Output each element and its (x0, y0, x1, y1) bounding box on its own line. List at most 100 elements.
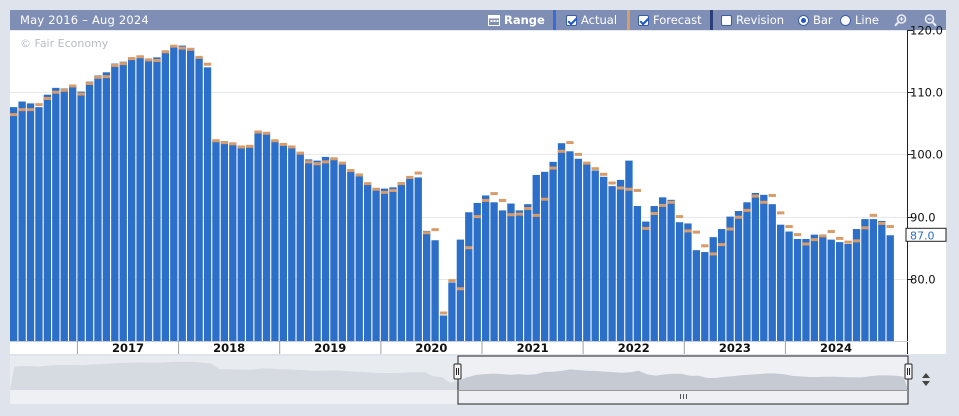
actual-bar[interactable] (69, 85, 77, 341)
forecast-marker[interactable] (743, 208, 751, 212)
actual-bar[interactable] (852, 229, 861, 341)
forecast-marker[interactable] (94, 75, 102, 79)
forecast-marker[interactable] (111, 63, 119, 67)
forecast-marker[interactable] (85, 81, 94, 85)
forecast-marker[interactable] (709, 252, 717, 256)
actual-bar[interactable] (136, 56, 144, 342)
forecast-marker[interactable] (852, 239, 861, 243)
forecast-marker[interactable] (406, 175, 414, 179)
forecast-marker[interactable] (279, 142, 288, 146)
forecast-marker[interactable] (397, 182, 406, 186)
actual-bar[interactable] (431, 240, 439, 341)
actual-bar[interactable] (397, 182, 406, 341)
forecast-marker[interactable] (431, 228, 439, 232)
forecast-marker[interactable] (338, 161, 347, 165)
actual-bar[interactable] (187, 48, 195, 341)
actual-bar[interactable] (128, 57, 136, 342)
actual-bar[interactable] (785, 231, 793, 341)
actual-bar[interactable] (35, 107, 43, 341)
forecast-marker[interactable] (650, 211, 658, 215)
actual-bar[interactable] (380, 188, 389, 341)
forecast-marker[interactable] (271, 139, 279, 143)
actual-bar[interactable] (321, 156, 330, 341)
navigator[interactable] (10, 355, 913, 405)
forecast-marker[interactable] (734, 215, 743, 219)
forecast-marker[interactable] (170, 44, 178, 48)
forecast-marker[interactable] (802, 242, 810, 246)
actual-bar[interactable] (836, 242, 844, 341)
forecast-marker[interactable] (178, 46, 186, 50)
forecast-marker[interactable] (844, 240, 852, 244)
forecast-marker[interactable] (347, 169, 355, 173)
actual-bar[interactable] (364, 184, 372, 341)
forecast-marker[interactable] (60, 88, 68, 92)
actual-bar[interactable] (861, 219, 869, 341)
forecast-marker[interactable] (625, 187, 633, 191)
forecast-marker[interactable] (448, 279, 456, 283)
forecast-marker[interactable] (52, 90, 60, 94)
forecast-marker[interactable] (321, 160, 330, 164)
actual-bar[interactable] (372, 187, 380, 341)
forecast-marker[interactable] (456, 287, 465, 291)
actual-bar[interactable] (296, 151, 304, 341)
forecast-marker[interactable] (364, 182, 372, 186)
actual-bar[interactable] (203, 67, 212, 341)
forecast-marker[interactable] (886, 225, 894, 229)
actual-bar[interactable] (743, 202, 751, 341)
actual-bar[interactable] (85, 81, 94, 341)
forecast-marker[interactable] (144, 58, 153, 62)
actual-bar[interactable] (389, 187, 397, 341)
forecast-marker[interactable] (583, 161, 591, 165)
forecast-marker[interactable] (473, 215, 481, 219)
forecast-marker[interactable] (482, 198, 490, 202)
actual-bar[interactable] (760, 194, 768, 341)
actual-bar[interactable] (810, 234, 819, 341)
actual-bar[interactable] (532, 174, 540, 341)
actual-bar[interactable] (734, 211, 743, 341)
actual-bar[interactable] (886, 235, 894, 341)
actual-bar[interactable] (608, 186, 616, 341)
forecast-marker[interactable] (229, 142, 237, 146)
actual-bar[interactable] (675, 222, 684, 341)
forecast-marker[interactable] (69, 84, 77, 88)
actual-bar[interactable] (802, 238, 810, 341)
forecast-marker[interactable] (760, 200, 768, 204)
forecast-marker[interactable] (254, 130, 262, 134)
actual-bar[interactable] (878, 220, 886, 341)
forecast-marker[interactable] (616, 186, 625, 190)
forecast-marker[interactable] (608, 181, 616, 185)
forecast-marker[interactable] (701, 244, 709, 248)
actual-bar[interactable] (423, 230, 431, 341)
forecast-marker[interactable] (819, 234, 827, 238)
actual-bar[interactable] (465, 212, 473, 341)
forecast-marker[interactable] (684, 229, 692, 233)
actual-bar[interactable] (237, 145, 245, 341)
forecast-marker[interactable] (203, 62, 212, 66)
actual-bar[interactable] (229, 144, 237, 341)
actual-bar[interactable] (271, 140, 279, 341)
forecast-marker[interactable] (793, 233, 802, 237)
actual-bar[interactable] (684, 223, 692, 341)
actual-bar[interactable] (212, 140, 220, 341)
actual-bar[interactable] (288, 146, 296, 341)
actual-bar[interactable] (541, 171, 549, 341)
forecast-marker[interactable] (836, 236, 844, 240)
forecast-marker[interactable] (574, 152, 583, 156)
forecast-marker[interactable] (557, 149, 566, 153)
actual-bar[interactable] (482, 195, 490, 341)
forecast-marker[interactable] (414, 171, 422, 175)
actual-bar[interactable] (642, 221, 650, 341)
actual-bar[interactable] (43, 94, 52, 341)
forecast-marker[interactable] (246, 144, 254, 148)
actual-bar[interactable] (625, 160, 633, 341)
actual-bar[interactable] (144, 58, 153, 342)
actual-bar[interactable] (844, 243, 852, 341)
actual-bar[interactable] (195, 57, 203, 342)
forecast-marker[interactable] (524, 207, 532, 211)
forecast-marker[interactable] (692, 230, 701, 234)
forecast-marker[interactable] (490, 192, 498, 196)
forecast-marker[interactable] (675, 215, 684, 219)
actual-bar[interactable] (473, 202, 481, 341)
actual-bar[interactable] (305, 159, 313, 341)
forecast-marker[interactable] (642, 226, 650, 230)
